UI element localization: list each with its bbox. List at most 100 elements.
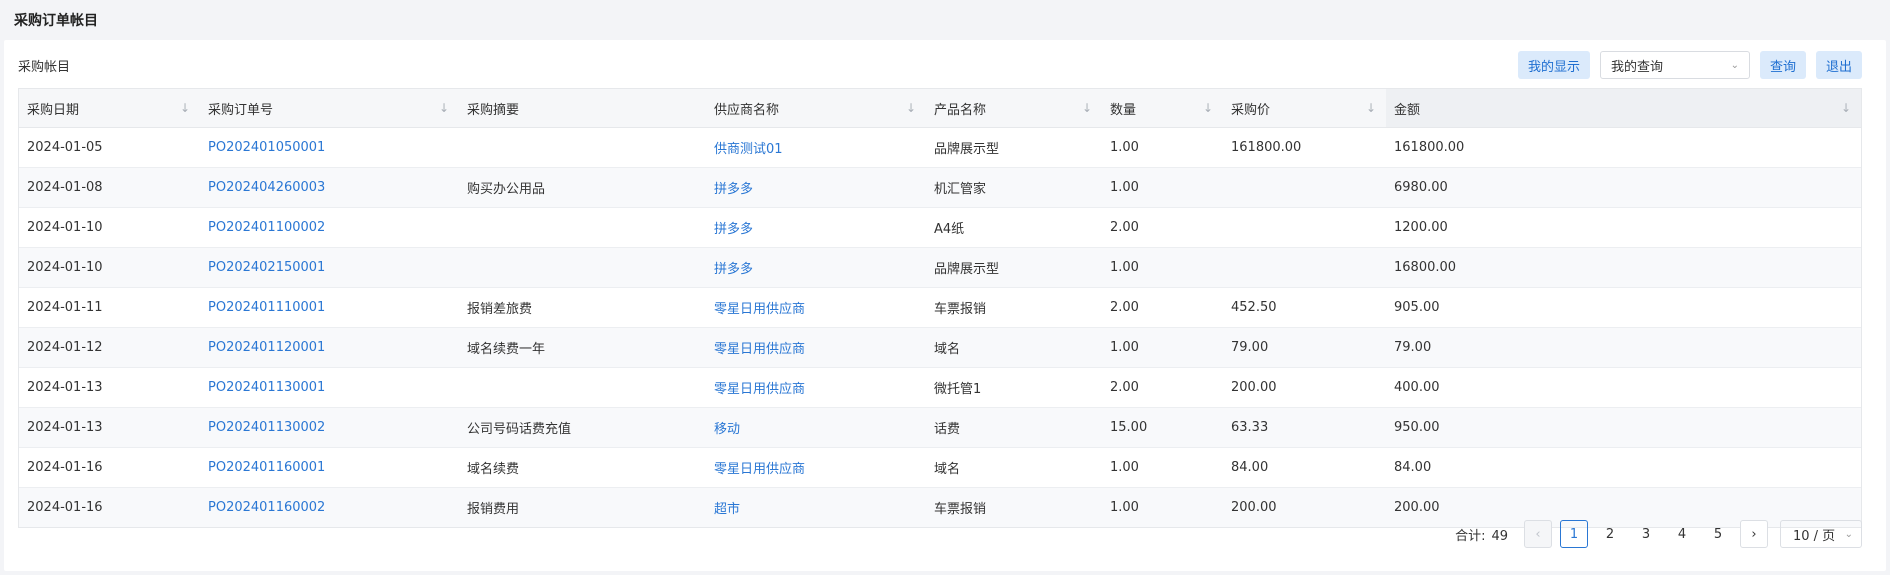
page-button-5[interactable]: 5 (1704, 520, 1732, 548)
cell-order-number[interactable]: PO202401050001 (200, 127, 459, 168)
arrow-down-icon[interactable]: ↓ (1082, 101, 1092, 115)
cell-purchase-date: 2024-01-08 (19, 167, 200, 208)
page-button-1[interactable]: 1 (1560, 520, 1588, 548)
cell-quantity: 2.00 (1102, 207, 1223, 248)
table-row[interactable]: 2024-01-12 PO202401120001 域名续费一年 零星日用供应商 域名 1… (19, 327, 1861, 368)
cell-price: 63.33 (1223, 407, 1386, 448)
page-button-3[interactable]: 3 (1632, 520, 1660, 548)
arrow-down-icon[interactable]: ↓ (1366, 101, 1376, 115)
cell-quantity: 2.00 (1102, 287, 1223, 328)
arrow-down-icon[interactable]: ↓ (1841, 101, 1851, 115)
arrow-down-icon[interactable]: ↓ (906, 101, 916, 115)
cell-order-number[interactable]: PO202401120001 (200, 327, 459, 368)
cell-product: 域名 (926, 447, 1102, 488)
table-row[interactable]: 2024-01-08 PO202404260003 购买办公用品 拼多多 机汇管家 1.0… (19, 167, 1861, 208)
cell-order-number[interactable]: PO202401110001 (200, 287, 459, 328)
cell-product: 车票报销 (926, 487, 1102, 527)
cell-order-number[interactable]: PO202401100002 (200, 207, 459, 248)
cell-supplier[interactable]: 零星日用供应商 (706, 287, 926, 328)
cell-price: 200.00 (1223, 367, 1386, 408)
exit-button[interactable]: 退出 (1815, 51, 1862, 79)
table-row[interactable]: 2024-01-13 PO202401130002 公司号码话费充值 移动 话费 15.0… (19, 407, 1861, 448)
my-query-selected-value: 我的查询 (1610, 59, 1663, 75)
cell-purchase-date: 2024-01-10 (19, 207, 200, 248)
cell-amount: 6980.00 (1386, 167, 1861, 208)
cell-order-number[interactable]: PO202401130001 (200, 367, 459, 408)
cell-order-number[interactable]: PO202401160002 (200, 487, 459, 527)
cell-supplier[interactable]: 超市 (706, 487, 926, 527)
column-header-purchase-date[interactable]: 采购日期 ↓ (19, 89, 200, 128)
prev-page-button[interactable]: ‹ (1524, 520, 1552, 548)
cell-supplier[interactable]: 拼多多 (706, 207, 926, 248)
cell-amount: 950.00 (1386, 407, 1861, 448)
cell-price: 161800.00 (1223, 127, 1386, 168)
column-header-supplier[interactable]: 供应商名称 ↓ (706, 89, 926, 128)
next-page-button[interactable]: › (1740, 520, 1768, 548)
cell-price: 84.00 (1223, 447, 1386, 488)
cell-summary: 购买办公用品 (459, 167, 706, 208)
table-row[interactable]: 2024-01-05 PO202401050001 供商测试01 品牌展示型 1.00 1… (19, 127, 1861, 168)
cell-amount: 161800.00 (1386, 127, 1861, 168)
table-body: 2024-01-05 PO202401050001 供商测试01 品牌展示型 1.00 1… (19, 127, 1861, 527)
cell-purchase-date: 2024-01-10 (19, 247, 200, 288)
my-query-select[interactable]: 我的查询 ⌄ (1599, 51, 1750, 79)
cell-order-number[interactable]: PO202401130002 (200, 407, 459, 448)
cell-order-number[interactable]: PO202404260003 (200, 167, 459, 208)
arrow-down-icon[interactable]: ↓ (439, 101, 449, 115)
cell-order-number[interactable]: PO202401160001 (200, 447, 459, 488)
cell-supplier[interactable]: 零星日用供应商 (706, 367, 926, 408)
cell-supplier[interactable]: 零星日用供应商 (706, 327, 926, 368)
toolbar-actions: 我的显示 我的查询 ⌄ 查询 退出 (1517, 51, 1862, 79)
arrow-down-icon[interactable]: ↓ (1203, 101, 1213, 115)
cell-order-number[interactable]: PO202402150001 (200, 247, 459, 288)
cell-product: A4纸 (926, 207, 1102, 248)
my-display-button[interactable]: 我的显示 (1517, 51, 1590, 79)
column-header-product[interactable]: 产品名称 ↓ (926, 89, 1102, 128)
cell-summary (459, 367, 706, 408)
cell-supplier[interactable]: 零星日用供应商 (706, 447, 926, 488)
cell-product: 车票报销 (926, 287, 1102, 328)
table-row[interactable]: 2024-01-13 PO202401130001 零星日用供应商 微托管1 2.00 2… (19, 367, 1861, 408)
column-header-quantity[interactable]: 数量 ↓ (1102, 89, 1223, 128)
cell-amount: 79.00 (1386, 327, 1861, 368)
cell-quantity: 1.00 (1102, 127, 1223, 168)
page-size-select[interactable]: 10 / 页 ⌄ (1780, 520, 1862, 548)
table-row[interactable]: 2024-01-10 PO202401100002 拼多多 A4纸 2.00 1200.0… (19, 207, 1861, 248)
cell-supplier[interactable]: 移动 (706, 407, 926, 448)
cell-quantity: 1.00 (1102, 327, 1223, 368)
column-header-amount[interactable]: 金额 ↓ (1386, 89, 1861, 128)
cell-amount: 905.00 (1386, 287, 1861, 328)
table-row[interactable]: 2024-01-10 PO202402150001 拼多多 品牌展示型 1.00 1680… (19, 247, 1861, 288)
cell-quantity: 1.00 (1102, 447, 1223, 488)
cell-purchase-date: 2024-01-11 (19, 287, 200, 328)
page-button-4[interactable]: 4 (1668, 520, 1696, 548)
cell-summary (459, 127, 706, 168)
cell-supplier[interactable]: 拼多多 (706, 167, 926, 208)
cell-supplier[interactable]: 拼多多 (706, 247, 926, 288)
cell-product: 微托管1 (926, 367, 1102, 408)
page-title: 采购订单帐目 (14, 13, 98, 29)
page-button-2[interactable]: 2 (1596, 520, 1624, 548)
arrow-down-icon[interactable]: ↓ (180, 101, 190, 115)
main-panel: 采购帐目 我的显示 我的查询 ⌄ 查询 退出 采购日期 ↓ 采购订单号 ↓ 采购… (4, 40, 1886, 571)
cell-product: 话费 (926, 407, 1102, 448)
table-row[interactable]: 2024-01-11 PO202401110001 报销差旅费 零星日用供应商 车票报销… (19, 287, 1861, 328)
chevron-down-icon: ⌄ (1730, 59, 1739, 71)
section-title: 采购帐目 (18, 59, 71, 75)
cell-purchase-date: 2024-01-16 (19, 447, 200, 488)
cell-supplier[interactable]: 供商测试01 (706, 127, 926, 168)
query-button[interactable]: 查询 (1759, 51, 1806, 79)
table-row[interactable]: 2024-01-16 PO202401160001 域名续费 零星日用供应商 域名 1.0… (19, 447, 1861, 488)
cell-summary: 报销费用 (459, 487, 706, 527)
cell-purchase-date: 2024-01-13 (19, 367, 200, 408)
toolbar: 采购帐目 我的显示 我的查询 ⌄ 查询 退出 (18, 50, 1862, 80)
column-header-order-number[interactable]: 采购订单号 ↓ (200, 89, 459, 128)
column-header-price[interactable]: 采购价 ↓ (1223, 89, 1386, 128)
cell-quantity: 15.00 (1102, 407, 1223, 448)
cell-summary: 报销差旅费 (459, 287, 706, 328)
cell-amount: 400.00 (1386, 367, 1861, 408)
cell-purchase-date: 2024-01-12 (19, 327, 200, 368)
column-header-summary: 采购摘要 (459, 89, 706, 128)
cell-summary: 域名续费一年 (459, 327, 706, 368)
cell-product: 机汇管家 (926, 167, 1102, 208)
